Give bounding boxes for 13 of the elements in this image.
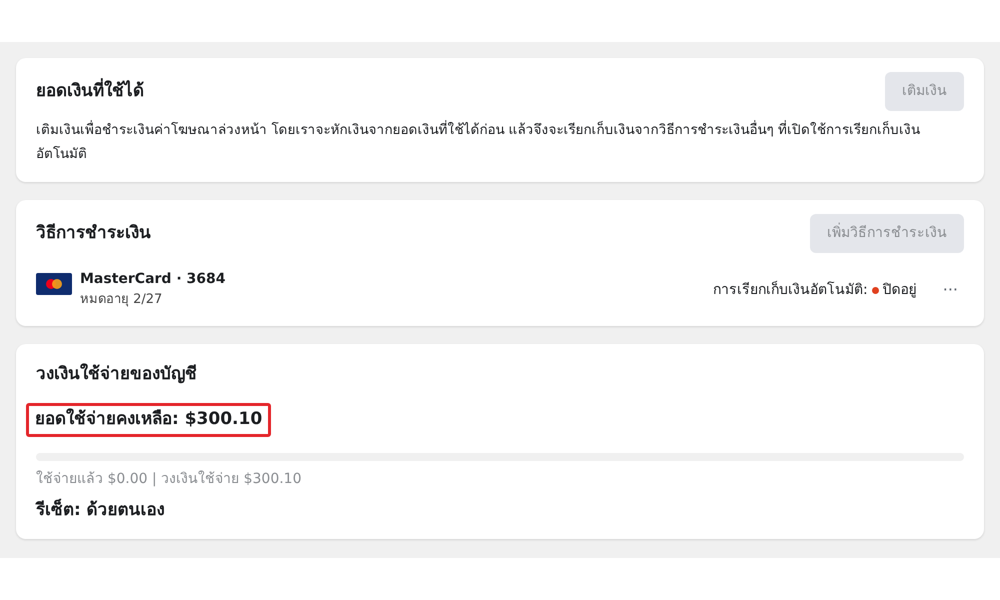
status-text: ปิดอยู่ xyxy=(882,280,917,300)
card-name: MasterCard · 3684 xyxy=(80,270,226,290)
more-button[interactable]: ··· xyxy=(936,277,964,304)
card-title: วิธีการชำระเงิน xyxy=(36,222,151,245)
expiry-text: หมดอายุ 2/27 xyxy=(80,291,164,310)
remaining-balance: ยอดใช้จ่ายคงเหลือ: $300.10 xyxy=(26,403,272,437)
usage-text: ใช้จ่ายแล้ว $0.00 | วงเงินใช้จ่าย $300.10 xyxy=(36,470,302,489)
description-text: เติมเงินเพื่อชำระเงินค่าโฆษณาล่วงหน้า โดยเราจะหักเงินจากยอดเงินที่ใช้ได้ก่อน แล้วจึงจะเรียกเก็บเงินจากวิธีการชำระเงินอื่นๆ ที่เปิดใช้การเรียกเก็บเงินอัตโนมัติ xyxy=(36,119,921,164)
auto-billing-label: การเรียกเก็บเงินอัตโนมัติ: xyxy=(713,280,868,300)
reset-text: รีเซ็ต: ด้วยตนเอง xyxy=(36,498,166,522)
card-title: วงเงินใช้จ่ายของบัญชี xyxy=(36,362,198,386)
card-icon xyxy=(36,273,72,296)
card-title: ยอดเงินที่ใช้ได้ xyxy=(36,78,144,104)
